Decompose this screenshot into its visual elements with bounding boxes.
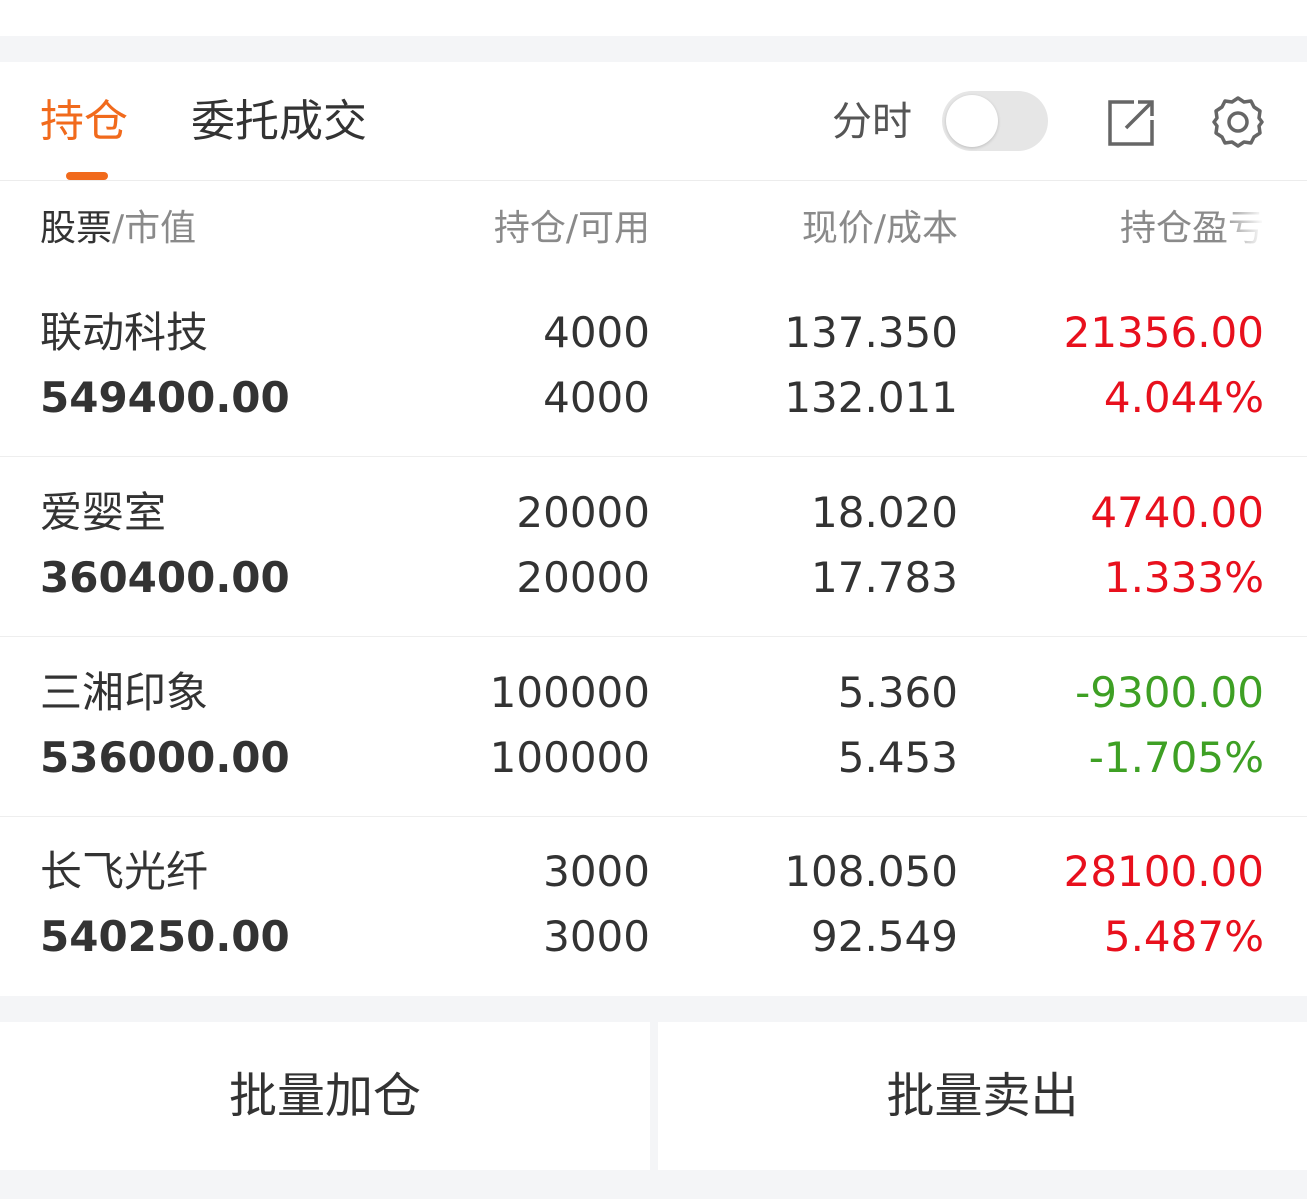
column-separator: / [112,208,125,249]
column-header-price: 现价/成本 [802,204,958,254]
cost-price: 5.453 [837,733,958,782]
hold-qty: 4000 [543,308,650,357]
available-qty: 3000 [543,912,650,961]
hold-qty: 20000 [516,488,650,537]
toggle-knob [946,95,998,147]
batch-sell-button[interactable]: 批量卖出 [658,1022,1307,1170]
available-qty: 100000 [489,733,650,782]
pnl-amount: 4740.00 [1090,488,1264,537]
pnl-amount: 28100.00 [1063,847,1264,896]
stock-name: 联动科技 [40,308,209,357]
pnl-amount: 21356.00 [1063,308,1264,357]
column-separator: / [565,208,578,249]
column-hold-label: 持仓 [493,208,566,249]
market-value: 549400.00 [40,373,290,422]
top-strip [0,0,1307,36]
current-price: 137.350 [784,308,958,357]
table-row[interactable]: 长飞光纤 540250.00 3000 3000 108.050 92.549 … [0,816,1307,996]
column-market-value-label: 市值 [124,208,197,249]
pnl-percent: 1.333% [1103,553,1264,602]
hold-qty: 3000 [543,847,650,896]
panel-header: 持仓 委托成交 分时 [0,62,1307,181]
stock-name: 三湘印象 [40,668,209,717]
table-row[interactable]: 三湘印象 536000.00 100000 100000 5.360 5.453… [0,637,1307,817]
table-row[interactable]: 联动科技 549400.00 4000 4000 137.350 132.011… [0,277,1307,457]
cost-price: 92.549 [811,912,958,961]
share-icon[interactable] [1104,94,1160,150]
hold-qty: 100000 [489,668,650,717]
cost-price: 17.783 [811,553,958,602]
table-row[interactable]: 爱婴室 360400.00 20000 20000 18.020 17.783 … [0,457,1307,637]
column-cost-label: 成本 [885,208,958,249]
column-header-pnl: 持仓盈亏 [1104,204,1264,254]
column-stock-label: 股票 [40,208,113,249]
column-header-hold: 持仓/可用 [494,204,650,254]
split-view-toggle[interactable] [942,91,1048,151]
available-qty: 4000 [543,373,650,422]
available-qty: 20000 [516,553,650,602]
market-value: 536000.00 [40,733,290,782]
column-fade [1220,204,1264,254]
current-price: 108.050 [784,847,958,896]
gear-icon-graphic [1212,96,1264,148]
column-price-label: 现价 [801,208,874,249]
pnl-amount: -9300.00 [1075,668,1264,717]
market-value: 360400.00 [40,553,290,602]
gear-icon[interactable] [1210,94,1266,150]
pnl-percent: -1.705% [1088,733,1264,782]
tab-holdings[interactable]: 持仓 [40,92,128,152]
pnl-percent: 4.044% [1103,373,1264,422]
holdings-page: 持仓 委托成交 分时 股票/市值 持仓/可用 现价/成本 持仓盈亏 联动科技 5… [0,0,1307,1199]
share-icon-graphic [1108,100,1154,146]
active-tab-indicator [66,172,108,180]
market-value: 540250.00 [40,912,290,961]
column-available-label: 可用 [577,208,650,249]
column-header-stock: 股票/市值 [40,204,196,254]
stock-name: 长飞光纤 [40,847,209,896]
batch-add-button[interactable]: 批量加仓 [0,1022,650,1170]
cost-price: 132.011 [784,373,958,422]
pnl-percent: 5.487% [1103,912,1264,961]
split-view-label: 分时 [832,99,912,145]
holdings-panel: 持仓 委托成交 分时 股票/市值 持仓/可用 现价/成本 持仓盈亏 联动科技 5… [0,62,1307,996]
stock-name: 爱婴室 [40,488,167,537]
column-separator: / [873,208,886,249]
current-price: 18.020 [811,488,958,537]
tab-orders[interactable]: 委托成交 [191,92,367,152]
current-price: 5.360 [837,668,958,717]
